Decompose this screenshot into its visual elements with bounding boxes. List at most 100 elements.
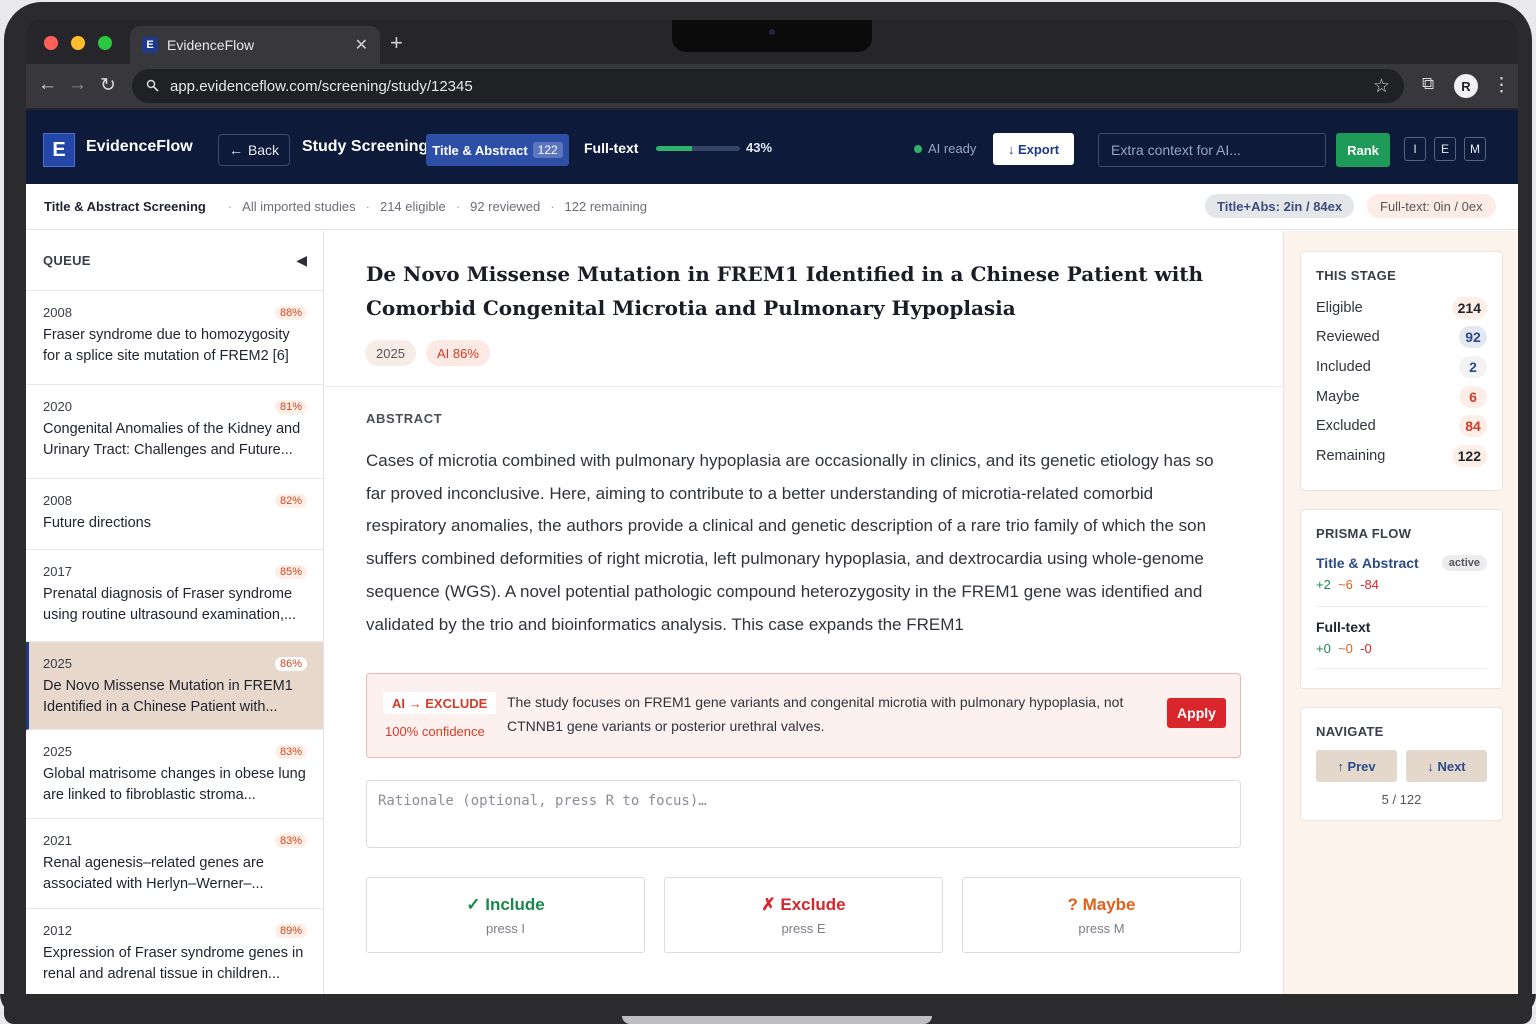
- camera-notch: [672, 20, 872, 52]
- stat-label: Included: [1316, 358, 1371, 375]
- include-button[interactable]: ✓ Include press I: [366, 877, 645, 953]
- prisma-stage2-counts: +0 ~0 -0: [1316, 641, 1487, 656]
- shortcut-key-include[interactable]: I: [1404, 137, 1426, 161]
- queue-item-year: 2021: [43, 833, 72, 848]
- back-arrow-icon[interactable]: ←: [38, 74, 57, 96]
- tab-title: EvidenceFlow: [167, 37, 255, 53]
- site-info-icon[interactable]: [146, 79, 160, 93]
- close-window-button[interactable]: [44, 36, 58, 50]
- browser-tab[interactable]: E EvidenceFlow ✕: [130, 26, 380, 64]
- profile-avatar[interactable]: R: [1454, 74, 1478, 98]
- shortcut-key-exclude[interactable]: E: [1434, 137, 1456, 161]
- included-delta: +2: [1316, 577, 1331, 592]
- included-delta: +0: [1316, 641, 1331, 656]
- minimize-window-button[interactable]: [71, 36, 85, 50]
- queue-item-title: Fraser syndrome due to homozygosity for …: [43, 327, 290, 364]
- rationale-input[interactable]: [366, 780, 1241, 848]
- forward-arrow-icon[interactable]: →: [68, 74, 87, 96]
- brand-name: EvidenceFlow: [86, 138, 193, 155]
- eligible-count: 214 eligible: [379, 199, 446, 214]
- extensions-icon[interactable]: ⧉: [1422, 74, 1434, 94]
- queue-item-score: 83%: [274, 833, 307, 848]
- divider: [1316, 668, 1487, 669]
- status-dot-icon: [914, 144, 922, 153]
- excluded-delta: -84: [1360, 577, 1379, 592]
- queue-item[interactable]: 2021 83% Renal agenesis–related genes are…: [26, 819, 323, 909]
- queue-item-year: 2025: [43, 656, 72, 671]
- next-button[interactable]: ↓ Next: [1406, 750, 1487, 782]
- exclude-shortcut: press E: [781, 920, 826, 936]
- queue-item[interactable]: 2012 89% Expression of Fraser syndrome ge…: [26, 909, 323, 998]
- queue-item-year: 2020: [43, 399, 72, 414]
- laptop-frame: E EvidenceFlow ✕ + ← → ↻ app.evidenceflo…: [4, 2, 1532, 1024]
- abstract-label: ABSTRACT: [366, 411, 443, 426]
- export-button[interactable]: ↓ Export: [993, 133, 1074, 165]
- maximize-window-button[interactable]: [98, 36, 112, 50]
- url-text[interactable]: app.evidenceflow.com/screening/study/123…: [170, 78, 473, 95]
- queue-item[interactable]: 2008 88% Fraser syndrome due to homozygos…: [26, 291, 323, 385]
- stats-panel: THIS STAGE Eligible 214 Reviewed 92 Includ…: [1283, 231, 1518, 998]
- back-button[interactable]: ← Back: [218, 134, 290, 166]
- maybe-button[interactable]: ? Maybe press M: [962, 877, 1241, 953]
- window-controls: [44, 36, 112, 50]
- stat-value: 122: [1451, 444, 1487, 467]
- queue-item[interactable]: 2017 85% Prenatal diagnosis of Fraser syn…: [26, 550, 323, 642]
- ai-reason: The study focuses on FREM1 gene variants…: [507, 694, 1124, 734]
- ai-confidence: 100% confidence: [385, 724, 485, 739]
- app-logo: E: [43, 133, 75, 167]
- address-bar[interactable]: app.evidenceflow.com/screening/study/123…: [132, 69, 1404, 103]
- abstract-text: Cases of microtia combined with pulmonar…: [366, 451, 1214, 634]
- exclude-button[interactable]: ✗ Exclude press E: [664, 877, 943, 953]
- tab-title-abstract[interactable]: Title & Abstract 122: [426, 134, 569, 166]
- prev-button[interactable]: ↑ Prev: [1316, 750, 1397, 782]
- stat-remaining: Remaining 122: [1316, 441, 1487, 471]
- maybe-delta: ~0: [1338, 641, 1353, 656]
- queue-label: QUEUE: [43, 253, 91, 268]
- active-badge: active: [1441, 555, 1487, 571]
- camera-icon: [769, 29, 775, 35]
- queue-item-year: 2017: [43, 564, 72, 579]
- include-shortcut: press I: [485, 920, 525, 936]
- ai-verdict-tag: AI → EXCLUDE: [383, 692, 497, 714]
- queue-item[interactable]: 2025 83% Global matrisome changes in obes…: [26, 730, 323, 819]
- rank-button[interactable]: Rank: [1336, 133, 1390, 167]
- shortcut-key-maybe[interactable]: M: [1464, 137, 1486, 161]
- queue-item[interactable]: 2020 81% Congenital Anomalies of the Kidn…: [26, 385, 323, 479]
- queue-item-title: Global matrisome changes in obese lung a…: [43, 766, 306, 803]
- ai-context-input[interactable]: [1098, 133, 1326, 167]
- new-tab-icon[interactable]: +: [390, 30, 403, 56]
- close-tab-icon[interactable]: ✕: [355, 35, 368, 55]
- queue-item[interactable]: 2008 82% Future directions: [26, 479, 323, 550]
- queue-sidebar: QUEUE ◀ 2008 88% Fraser syndrome due to h…: [26, 231, 324, 998]
- prisma-stage-row: Title & Abstract active: [1316, 555, 1487, 571]
- browser-menu-icon[interactable]: ⋮: [1492, 74, 1511, 97]
- scope-text: All imported studies: [242, 199, 356, 214]
- queue-item-score: 83%: [274, 744, 307, 759]
- queue-item-title: Prenatal diagnosis of Fraser syndrome us…: [43, 586, 297, 623]
- apply-ai-button[interactable]: Apply: [1167, 698, 1226, 728]
- reload-icon[interactable]: ↻: [100, 74, 116, 97]
- queue-item-score: 89%: [274, 923, 307, 938]
- stat-label: Excluded: [1316, 418, 1376, 435]
- queue-item-year: 2012: [43, 923, 72, 938]
- collapse-sidebar-icon[interactable]: ◀: [296, 252, 307, 269]
- stat-value: 6: [1459, 385, 1487, 408]
- title-abs-summary-pill: Title+Abs: 2in / 84ex: [1205, 194, 1355, 218]
- prisma-stage-title-abstract[interactable]: Title & Abstract: [1316, 555, 1419, 571]
- progress-fill: [656, 146, 693, 151]
- queue-item-title: Future directions: [43, 515, 151, 531]
- queue-item-year: 2025: [43, 744, 72, 759]
- stat-included: Included 2: [1316, 352, 1487, 382]
- queue-item-score: 86%: [274, 656, 307, 671]
- bookmark-star-icon[interactable]: ☆: [1373, 75, 1390, 98]
- prisma-stage-full-text[interactable]: Full-text: [1316, 619, 1487, 635]
- queue-item-score: 81%: [274, 399, 307, 414]
- this-stage-title: THIS STAGE: [1316, 268, 1397, 283]
- stat-value: 92: [1459, 326, 1487, 349]
- favicon-icon: E: [142, 37, 158, 53]
- tab-full-text[interactable]: Full-text: [584, 140, 638, 156]
- queue-item-year: 2008: [43, 305, 72, 320]
- arrow-left-icon: ←: [228, 142, 243, 158]
- divider: [325, 386, 1283, 387]
- queue-item-selected[interactable]: 2025 86% De Novo Missense Mutation in FRE…: [26, 642, 323, 730]
